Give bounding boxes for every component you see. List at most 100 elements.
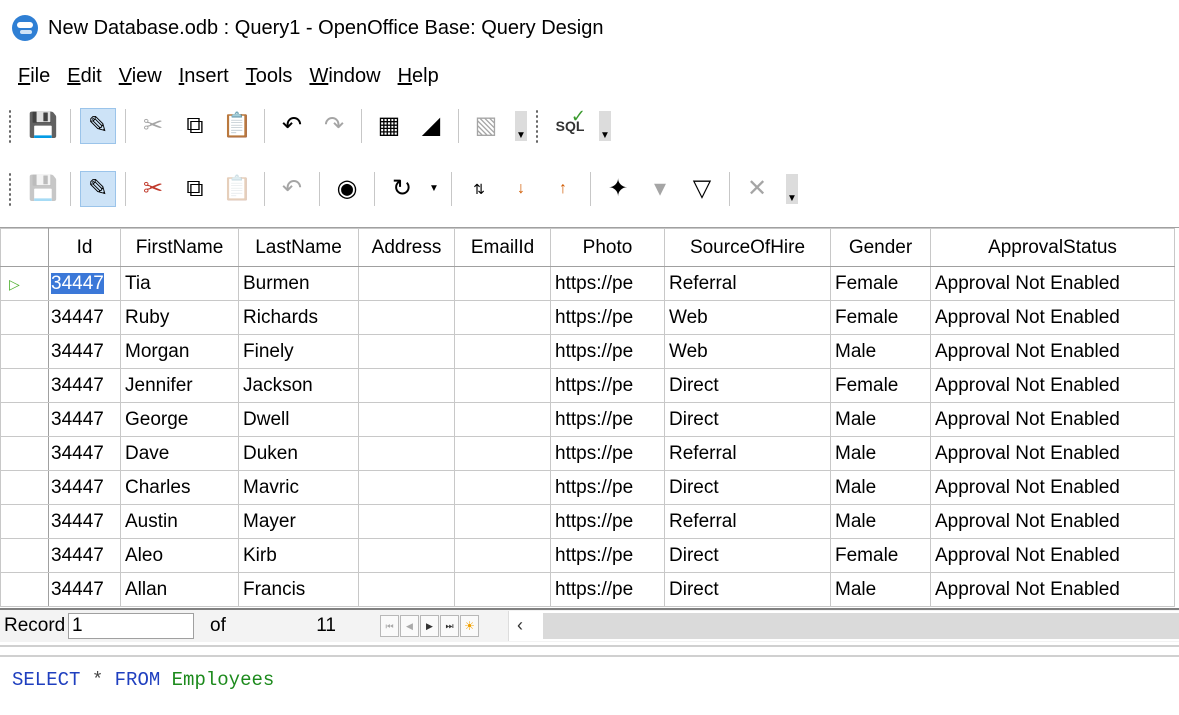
table-row[interactable]: 34447 Aleo Kirb https://pe Direct Female…	[0, 538, 1175, 573]
find-record-icon[interactable]: ◉	[330, 172, 364, 206]
sql-editor[interactable]: SELECT * FROM Employees	[0, 657, 1179, 715]
cell-lastname[interactable]: Richards	[238, 300, 359, 335]
column-header-photo[interactable]: Photo	[550, 228, 665, 267]
cell-sourceofhire[interactable]: Direct	[664, 402, 831, 437]
previous-record-icon[interactable]: ◀	[400, 615, 419, 637]
row-header[interactable]	[0, 504, 49, 539]
column-header-emailid[interactable]: EmailId	[454, 228, 551, 267]
column-header-sourceofhire[interactable]: SourceOfHire	[664, 228, 831, 267]
cell-id[interactable]: 34447	[48, 402, 121, 437]
cell-address[interactable]	[358, 538, 455, 573]
cell-lastname[interactable]: Jackson	[238, 368, 359, 403]
cell-id[interactable]: 34447	[48, 266, 121, 301]
corner-header[interactable]	[0, 228, 49, 267]
cell-gender[interactable]: Female	[830, 368, 931, 403]
table-row[interactable]: 34447 Charles Mavric https://pe Direct M…	[0, 470, 1175, 505]
column-header-address[interactable]: Address	[358, 228, 455, 267]
cell-address[interactable]	[358, 300, 455, 335]
cell-approvalstatus[interactable]: Approval Not Enabled	[930, 402, 1175, 437]
cell-firstname[interactable]: Allan	[120, 572, 239, 607]
table-row[interactable]: 34447 Austin Mayer https://pe Referral M…	[0, 504, 1175, 539]
cell-emailid[interactable]	[454, 266, 551, 301]
cell-address[interactable]	[358, 334, 455, 369]
remove-filter-icon[interactable]: ✕	[740, 172, 774, 206]
table-row[interactable]: ▷ 34447 Tia Burmen https://pe Referral F…	[0, 266, 1175, 301]
last-record-icon[interactable]: ⏭	[440, 615, 459, 637]
cell-address[interactable]	[358, 368, 455, 403]
undo-icon[interactable]: ↶	[275, 109, 309, 143]
toolbar-overflow-icon[interactable]: ▼	[599, 111, 611, 141]
cell-photo[interactable]: https://pe	[550, 334, 665, 369]
table-row[interactable]: 34447 Morgan Finely https://pe Web Male …	[0, 334, 1175, 369]
cell-firstname[interactable]: Charles	[120, 470, 239, 505]
cell-address[interactable]	[358, 572, 455, 607]
cell-emailid[interactable]	[454, 470, 551, 505]
cell-id[interactable]: 34447	[48, 300, 121, 335]
sort-icon[interactable]: ⇅	[462, 172, 496, 206]
column-header-lastname[interactable]: LastName	[238, 228, 359, 267]
column-header-gender[interactable]: Gender	[830, 228, 931, 267]
menu-window[interactable]: Window	[309, 65, 380, 88]
cell-approvalstatus[interactable]: Approval Not Enabled	[930, 572, 1175, 607]
cell-approvalstatus[interactable]: Approval Not Enabled	[930, 504, 1175, 539]
undo-record-icon[interactable]: ↶	[275, 172, 309, 206]
cell-id[interactable]: 34447	[48, 368, 121, 403]
save-record-icon[interactable]: 💾	[26, 172, 60, 206]
cell-sourceofhire[interactable]: Referral	[664, 266, 831, 301]
refresh-icon[interactable]: ↻	[385, 172, 419, 206]
cell-photo[interactable]: https://pe	[550, 266, 665, 301]
cell-photo[interactable]: https://pe	[550, 368, 665, 403]
cell-gender[interactable]: Male	[830, 504, 931, 539]
cell-firstname[interactable]: Morgan	[120, 334, 239, 369]
cell-lastname[interactable]: Mavric	[238, 470, 359, 505]
cell-id[interactable]: 34447	[48, 436, 121, 471]
cell-photo[interactable]: https://pe	[550, 504, 665, 539]
cell-gender[interactable]: Female	[830, 538, 931, 573]
cell-sourceofhire[interactable]: Web	[664, 300, 831, 335]
cell-gender[interactable]: Male	[830, 436, 931, 471]
cell-gender[interactable]: Male	[830, 402, 931, 437]
cell-firstname[interactable]: Dave	[120, 436, 239, 471]
cell-gender[interactable]: Male	[830, 470, 931, 505]
row-header[interactable]	[0, 436, 49, 471]
cell-id[interactable]: 34447	[48, 572, 121, 607]
autofilter-icon[interactable]: ✦	[601, 172, 635, 206]
cell-approvalstatus[interactable]: Approval Not Enabled	[930, 436, 1175, 471]
cell-approvalstatus[interactable]: Approval Not Enabled	[930, 334, 1175, 369]
cell-photo[interactable]: https://pe	[550, 572, 665, 607]
cell-lastname[interactable]: Dwell	[238, 402, 359, 437]
cut-icon[interactable]: ✂	[136, 109, 170, 143]
cell-photo[interactable]: https://pe	[550, 538, 665, 573]
cell-sourceofhire[interactable]: Referral	[664, 504, 831, 539]
table-row[interactable]: 34447 George Dwell https://pe Direct Mal…	[0, 402, 1175, 437]
cell-lastname[interactable]: Kirb	[238, 538, 359, 573]
clear-query-icon[interactable]: ▧	[469, 109, 503, 143]
cell-sourceofhire[interactable]: Direct	[664, 572, 831, 607]
record-number-field[interactable]: 1	[68, 613, 194, 639]
cell-firstname[interactable]: George	[120, 402, 239, 437]
cell-photo[interactable]: https://pe	[550, 470, 665, 505]
add-tables-icon[interactable]: ▦	[372, 109, 406, 143]
cell-emailid[interactable]	[454, 300, 551, 335]
horizontal-scrollbar[interactable]: ‹	[508, 611, 1179, 641]
menu-help[interactable]: Help	[398, 65, 439, 88]
toolbar-overflow-icon[interactable]: ▼	[515, 111, 527, 141]
redo-icon[interactable]: ↷	[317, 109, 351, 143]
copy-icon[interactable]: ⧉	[178, 172, 212, 206]
cell-emailid[interactable]	[454, 334, 551, 369]
toolbar-grip[interactable]	[8, 172, 12, 206]
run-sql-directly-icon[interactable]: SQL ✓	[553, 107, 587, 143]
cell-approvalstatus[interactable]: Approval Not Enabled	[930, 470, 1175, 505]
cell-sourceofhire[interactable]: Direct	[664, 538, 831, 573]
column-header-approvalstatus[interactable]: ApprovalStatus	[930, 228, 1175, 267]
cell-firstname[interactable]: Jennifer	[120, 368, 239, 403]
toolbar-overflow-icon[interactable]: ▼	[786, 174, 798, 204]
row-header[interactable]	[0, 470, 49, 505]
cell-address[interactable]	[358, 470, 455, 505]
scrollbar-thumb[interactable]	[543, 613, 1179, 639]
cell-lastname[interactable]: Finely	[238, 334, 359, 369]
cut-icon[interactable]: ✂	[136, 172, 170, 206]
row-header[interactable]	[0, 368, 49, 403]
cell-gender[interactable]: Male	[830, 334, 931, 369]
sort-descending-icon[interactable]: ↑	[546, 172, 580, 206]
